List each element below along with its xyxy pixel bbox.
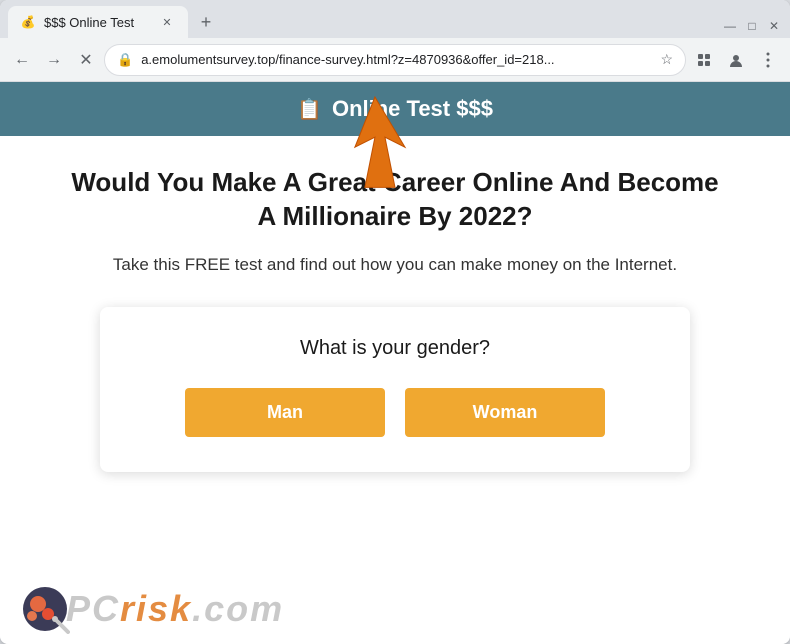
extensions-button[interactable] <box>690 46 718 74</box>
main-content: Would You Make A Great Career Online And… <box>0 136 790 492</box>
watermark-text: PCrisk.com <box>66 588 284 630</box>
webpage-content: 📋 Online Test $$$ Would You Make A Great… <box>0 82 790 644</box>
bookmark-icon[interactable]: ☆ <box>660 51 673 68</box>
site-header-title: Online Test $$$ <box>332 96 493 122</box>
window-controls: — □ ✕ <box>722 18 790 34</box>
navigation-bar: ← → ✕ 🔒 a.emolumentsurvey.top/finance-su… <box>0 38 790 82</box>
forward-button[interactable]: → <box>40 46 68 74</box>
tab-title: $$$ Online Test <box>44 15 150 30</box>
new-tab-button[interactable]: + <box>192 8 220 36</box>
lock-icon: 🔒 <box>117 52 133 68</box>
back-button[interactable]: ← <box>8 46 36 74</box>
menu-button[interactable] <box>754 46 782 74</box>
gender-buttons: Man Woman <box>140 388 650 437</box>
tab-favicon: 💰 <box>20 14 36 30</box>
tab-close-button[interactable]: ✕ <box>158 13 176 31</box>
address-bar[interactable]: 🔒 a.emolumentsurvey.top/finance-survey.h… <box>104 44 686 76</box>
gender-question: What is your gender? <box>140 337 650 360</box>
main-heading: Would You Make A Great Career Online And… <box>60 166 730 234</box>
maximize-button[interactable]: □ <box>744 18 760 34</box>
site-header-icon: 📋 <box>297 97 322 122</box>
gender-card: What is your gender? Man Woman <box>100 307 690 472</box>
url-text: a.emolumentsurvey.top/finance-survey.htm… <box>141 52 652 67</box>
reload-stop-button[interactable]: ✕ <box>72 46 100 74</box>
woman-button[interactable]: Woman <box>405 388 605 437</box>
profile-button[interactable] <box>722 46 750 74</box>
minimize-button[interactable]: — <box>722 18 738 34</box>
tab-bar: 💰 $$$ Online Test ✕ + — □ ✕ <box>0 0 790 38</box>
browser-window: 💰 $$$ Online Test ✕ + — □ ✕ ← → ✕ 🔒 a.em… <box>0 0 790 644</box>
window-close-button[interactable]: ✕ <box>766 18 782 34</box>
active-tab[interactable]: 💰 $$$ Online Test ✕ <box>8 6 188 38</box>
nav-right-icons <box>690 46 782 74</box>
site-header: 📋 Online Test $$$ <box>0 82 790 136</box>
sub-heading: Take this FREE test and find out how you… <box>60 252 730 278</box>
man-button[interactable]: Man <box>185 388 385 437</box>
watermark: PCrisk.com <box>20 584 284 634</box>
